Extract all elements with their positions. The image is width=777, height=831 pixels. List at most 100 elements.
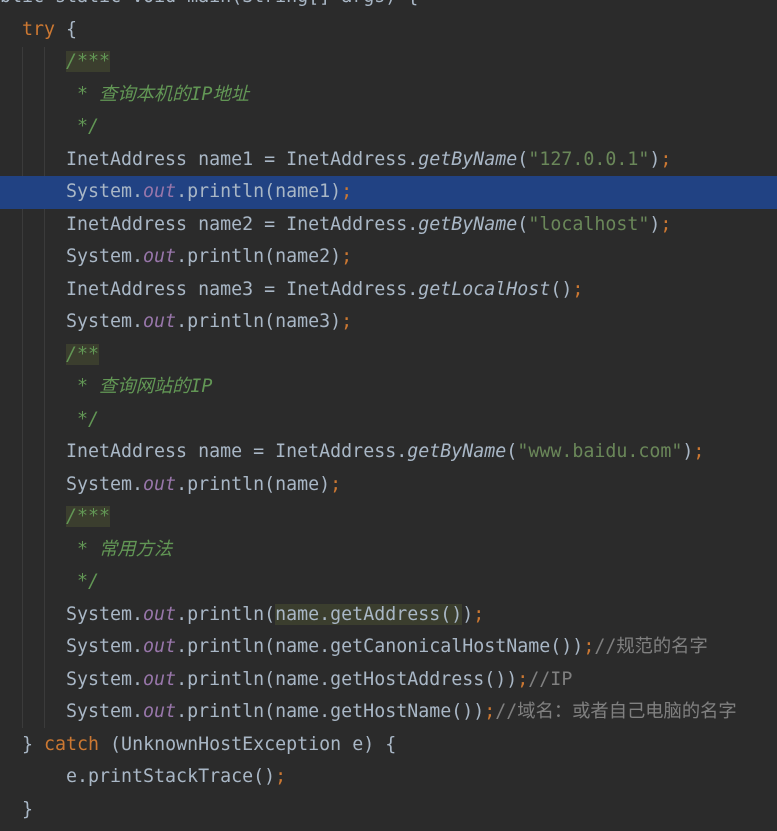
code-token: .println(name2) <box>176 246 342 267</box>
code-token: name3 = <box>187 278 287 300</box>
static-field: out <box>143 311 177 332</box>
class-name: System. <box>66 603 144 625</box>
code-line[interactable]: InetAddress name1 = InetAddress.getByNam… <box>0 144 777 177</box>
semicolon: ; <box>341 246 353 267</box>
code-line[interactable]: */ <box>0 566 777 599</box>
code-editor[interactable]: blic static void main(String[] args) {tr… <box>0 0 777 831</box>
class-name: InetAddress <box>286 148 408 170</box>
code-token: () <box>550 278 573 300</box>
static-field: out <box>143 701 177 722</box>
highlighted-expression: name.getAddress() <box>275 603 463 625</box>
static-field: out <box>143 246 177 267</box>
code-line[interactable]: /*** <box>0 46 777 79</box>
string-literal: "www.baidu.com" <box>517 441 683 462</box>
semicolon: ; <box>484 701 496 722</box>
semicolon: ; <box>330 473 342 495</box>
semicolon: ; <box>660 148 672 170</box>
code-token: name1 = <box>187 148 287 170</box>
code-token: . <box>396 441 408 462</box>
code-line[interactable]: System.out.println(name.getHostAddress()… <box>0 664 777 697</box>
code-line[interactable]: */ <box>0 404 777 437</box>
class-name: System. <box>66 311 144 332</box>
code-token: ( <box>506 441 518 462</box>
semicolon: ; <box>583 636 595 657</box>
code-line[interactable]: */ <box>0 111 777 144</box>
semicolon: ; <box>693 441 705 462</box>
class-name: System. <box>66 701 144 722</box>
code-token: name2 = <box>187 213 287 235</box>
code-token: .println(name.getHostAddress()) <box>176 668 518 690</box>
string-literal: "localhost" <box>528 213 650 235</box>
code-line[interactable]: * 查询本机的IP地址 <box>0 79 777 112</box>
code-line[interactable]: InetAddress name2 = InetAddress.getByNam… <box>0 209 777 242</box>
code-token: ) <box>462 603 474 625</box>
static-field: out <box>143 181 177 202</box>
class-name: InetAddress <box>286 213 408 235</box>
code-token: e.printStackTrace() <box>66 766 276 787</box>
method-call: getByName <box>418 213 518 235</box>
code-line[interactable]: } catch (UnknownHostException e) { <box>0 729 777 762</box>
code-line[interactable]: /*** <box>0 501 777 534</box>
code-token: .println( <box>176 603 276 625</box>
code-token: } <box>22 733 45 755</box>
code-token: name = <box>187 441 276 462</box>
method-call: getLocalHost <box>418 278 551 300</box>
doc-comment: * 查询网站的IP <box>66 376 213 397</box>
semicolon: ; <box>473 603 485 625</box>
doc-comment: /** <box>66 343 100 365</box>
line-comment: //规范的名字 <box>594 636 708 657</box>
code-token: .println(name.getCanonicalHostName()) <box>176 636 584 657</box>
code-token: } <box>22 798 34 820</box>
code-line[interactable]: System.out.println(name3); <box>0 306 777 339</box>
doc-comment: * 查询本机的IP地址 <box>66 83 249 105</box>
class-name: InetAddress <box>66 148 188 170</box>
code-line[interactable]: System.out.println(name2); <box>0 241 777 274</box>
class-name: InetAddress <box>66 441 188 462</box>
doc-comment: */ <box>66 408 100 430</box>
class-name: System. <box>66 181 144 202</box>
code-line[interactable]: * 查询网站的IP <box>0 371 777 404</box>
doc-comment: */ <box>66 571 100 592</box>
class-name: InetAddress <box>286 278 408 300</box>
class-name: InetAddress <box>66 213 188 235</box>
code-line[interactable]: * 常用方法 <box>0 534 777 567</box>
code-line[interactable]: System.out.println(name.getAddress()); <box>0 599 777 632</box>
code-line[interactable]: InetAddress name3 = InetAddress.getLocal… <box>0 274 777 307</box>
string-literal: "127.0.0.1" <box>528 148 650 170</box>
code-token: { <box>55 18 78 40</box>
doc-comment: */ <box>66 116 100 137</box>
code-token: (UnknownHostException e) { <box>99 733 397 755</box>
static-field: out <box>143 603 177 625</box>
code-line[interactable]: e.printStackTrace(); <box>0 761 777 794</box>
doc-comment: /*** <box>66 51 111 72</box>
code-token: . <box>407 213 419 235</box>
code-line[interactable]: System.out.println(name.getCanonicalHost… <box>0 631 777 664</box>
doc-comment: * 常用方法 <box>66 538 173 560</box>
class-name: System. <box>66 473 144 495</box>
code-line[interactable]: blic static void main(String[] args) { <box>0 0 777 14</box>
method-call: getByName <box>407 441 507 462</box>
code-line[interactable]: } <box>0 794 777 827</box>
semicolon: ; <box>572 278 584 300</box>
code-token: ) <box>649 213 661 235</box>
code-token: .println(name1) <box>176 181 342 202</box>
method-call: getByName <box>418 148 518 170</box>
semicolon: ; <box>517 668 529 690</box>
code-line[interactable]: System.out.println(name1); <box>0 176 777 209</box>
code-token: . <box>407 278 419 300</box>
line-comment: //IP <box>528 668 573 690</box>
static-field: out <box>143 636 177 657</box>
static-field: out <box>143 473 177 495</box>
code-line[interactable]: System.out.println(name); <box>0 469 777 502</box>
code-token: .println(name.getHostName()) <box>176 701 485 722</box>
code-token: ) <box>682 441 694 462</box>
line-comment: //域名：或者自己电脑的名字 <box>495 701 737 722</box>
code-line[interactable]: System.out.println(name.getHostName());/… <box>0 696 777 729</box>
code-line[interactable]: InetAddress name = InetAddress.getByName… <box>0 436 777 469</box>
code-line[interactable]: /** <box>0 339 777 372</box>
code-line[interactable]: try { <box>0 14 777 47</box>
static-field: out <box>143 668 177 690</box>
semicolon: ; <box>341 181 353 202</box>
semicolon: ; <box>341 311 353 332</box>
class-name: System. <box>66 668 144 690</box>
